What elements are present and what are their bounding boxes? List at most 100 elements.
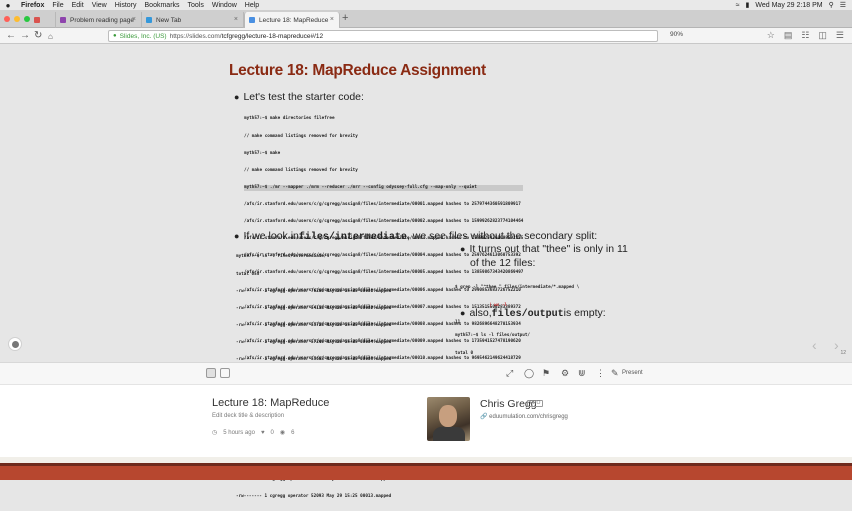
- menu-file[interactable]: File: [52, 2, 63, 9]
- url-text: https://slides.com/tcfgregg/lecture-18-m…: [170, 33, 324, 40]
- deck-info-panel: ⤢ ◯ ⚑ ⚙ ⋓ ⋮ ✎ Present Lecture 18: MapRed…: [0, 362, 852, 457]
- tab-problem-reading-page[interactable]: Problem reading page ×: [56, 12, 142, 28]
- close-window-button[interactable]: [4, 16, 10, 22]
- flag-icon[interactable]: ⚑: [542, 368, 550, 379]
- layout-toggle-icon[interactable]: [206, 368, 216, 378]
- tab-close-icon[interactable]: ×: [330, 16, 334, 23]
- code-line: myth57:~$ make directories filefree: [244, 116, 335, 122]
- code-line: $ grep -l "^thee " files/intermediate/*.…: [455, 285, 580, 291]
- hamburger-menu-icon[interactable]: ☰: [836, 30, 844, 41]
- back-button[interactable]: ←: [6, 30, 16, 42]
- menu-tools[interactable]: Tools: [188, 2, 204, 9]
- bullet-text-post: is empty:: [563, 307, 606, 319]
- code-block-output: myth57:~$ ls -l files/output/ total 0: [455, 322, 530, 368]
- tab-favicon-icon: [146, 17, 152, 23]
- bullet-text-continued: of the 12 files:: [470, 257, 536, 269]
- code-line: myth57:~$ ls -l files/output/: [455, 333, 531, 339]
- menu-edit[interactable]: Edit: [72, 2, 84, 9]
- code-line: myth57:~$ ls -l files/intermediate/: [236, 254, 327, 260]
- slide-viewport: Lecture 18: MapReduce Assignment ● Let's…: [0, 45, 852, 499]
- next-slide-arrow-icon[interactable]: ›: [834, 337, 839, 353]
- search-icon[interactable]: ⚲: [829, 1, 834, 9]
- menu-app[interactable]: Firefox: [21, 2, 44, 9]
- battery-icon[interactable]: ▮: [746, 1, 750, 9]
- tab-new-tab[interactable]: New Tab ×: [142, 12, 244, 28]
- toolbar-icons: ☆ ▤ ☷ ◫ ☰: [767, 30, 844, 41]
- url-bar[interactable]: ● Slides, Inc. (US) https://slides.com/t…: [108, 30, 658, 42]
- comment-icon[interactable]: ◯: [524, 368, 534, 379]
- bullet-code: files/intermediate: [298, 232, 407, 243]
- present-button[interactable]: Present: [622, 370, 643, 376]
- views-count: 6: [291, 429, 295, 436]
- link-icon: 🔗: [480, 414, 488, 420]
- navigation-bar: ← → ↻ ⌂ ● Slides, Inc. (US) https://slid…: [0, 28, 852, 44]
- menu-view[interactable]: View: [92, 2, 107, 9]
- home-icon[interactable]: ⌂: [48, 31, 53, 43]
- reload-button[interactable]: ↻: [34, 30, 42, 42]
- tab-close-icon[interactable]: ×: [132, 16, 136, 23]
- tab-favicon-icon: [34, 17, 40, 23]
- lock-icon: ●: [113, 33, 117, 39]
- tab-label: Problem reading page: [70, 16, 134, 24]
- bullet-text-pre: If we look in: [243, 230, 299, 242]
- url-path: tcfgregg/lecture-18-mapreduce#/12: [221, 32, 324, 40]
- forward-button[interactable]: →: [20, 30, 30, 42]
- minimize-window-button[interactable]: [14, 16, 20, 22]
- share-icon[interactable]: ⋓: [578, 368, 586, 379]
- menu-window[interactable]: Window: [212, 2, 237, 9]
- menu-history[interactable]: History: [115, 2, 137, 9]
- bullet-text: Let's test the starter code:: [243, 91, 364, 103]
- menu-list-icon[interactable]: ☰: [840, 1, 846, 9]
- author-link[interactable]: 🔗 eduumulation.com/chrisgregg: [480, 413, 568, 420]
- bullet-text-pre: also,: [469, 307, 492, 319]
- dock-shadow: [0, 463, 852, 466]
- deck-title[interactable]: Lecture 18: MapReduce: [212, 397, 329, 409]
- code-line: -rw------- 1 cgregg operator 54138 May 2…: [236, 305, 392, 311]
- tab-close-icon[interactable]: ×: [234, 16, 238, 23]
- deck-meta: ◷ 5 hours ago ♥ 0 ◉ 6: [212, 429, 295, 437]
- tab-pinned[interactable]: [30, 12, 56, 28]
- chat-button[interactable]: [8, 337, 22, 351]
- reader-icon[interactable]: ▤: [784, 30, 793, 41]
- menu-bookmarks[interactable]: Bookmarks: [145, 2, 180, 9]
- slide-title: Lecture 18: MapReduce Assignment: [229, 62, 486, 79]
- bullet-dot: ●: [234, 92, 240, 102]
- code-line: /afs/ir.stanford.edu/users/c/g/cgregg/as…: [244, 201, 521, 207]
- menubar-clock[interactable]: Wed May 29 2:18 PM: [755, 2, 822, 9]
- tab-lecture-18[interactable]: Lecture 18: MapReduce ×: [244, 12, 340, 28]
- layout-toggle-alt-icon[interactable]: [220, 368, 230, 378]
- settings-icon[interactable]: ⚙: [561, 368, 569, 379]
- code-line: -rw------- 1 cgregg operator 76280 May 2…: [236, 288, 392, 294]
- code-line: -rw------- 1 cgregg operator 52093 May 2…: [236, 493, 392, 499]
- zoom-level[interactable]: 90%: [670, 31, 683, 38]
- bullet-text-post: , we see files without the secondary spl…: [406, 230, 598, 242]
- heart-icon[interactable]: ♥: [261, 430, 265, 436]
- prev-slide-arrow-icon[interactable]: ‹: [812, 337, 817, 353]
- more-icon[interactable]: ⋮: [596, 368, 605, 379]
- code-line: total 655: [236, 271, 260, 277]
- bullet-dot: ●: [460, 308, 466, 318]
- deck-edit-link[interactable]: Edit deck title & description: [212, 413, 284, 419]
- avatar[interactable]: [427, 397, 470, 441]
- wifi-icon[interactable]: ≈: [736, 2, 740, 9]
- bullet-output: ● also, files/output is empty:: [460, 307, 606, 320]
- clock-icon: ◷: [212, 430, 218, 436]
- bullet-starter-code: ● Let's test the starter code:: [234, 91, 364, 103]
- bookmark-star-icon[interactable]: ☆: [767, 30, 775, 41]
- fullscreen-icon[interactable]: ⤢: [506, 368, 513, 379]
- menu-help[interactable]: Help: [245, 2, 259, 9]
- tab-label: Lecture 18: MapReduce: [259, 16, 329, 24]
- chat-icon: [11, 340, 19, 348]
- tab-label: New Tab: [156, 16, 182, 24]
- tab-favicon-icon: [249, 17, 255, 23]
- edit-pencil-icon[interactable]: ✎: [611, 368, 619, 379]
- code-line: // make command listings removed for bre…: [244, 133, 358, 139]
- bullet-thee: ● It turns out that "thee" is only in 11…: [460, 243, 628, 269]
- new-tab-button[interactable]: +: [342, 12, 348, 24]
- sidebar-icon[interactable]: ◫: [818, 30, 827, 41]
- site-identity[interactable]: Slides, Inc. (US): [120, 33, 167, 40]
- window-controls: [4, 16, 30, 22]
- slide-number: 12: [840, 350, 846, 356]
- library-icon[interactable]: ☷: [801, 30, 809, 41]
- apple-icon[interactable]: ●: [3, 1, 13, 10]
